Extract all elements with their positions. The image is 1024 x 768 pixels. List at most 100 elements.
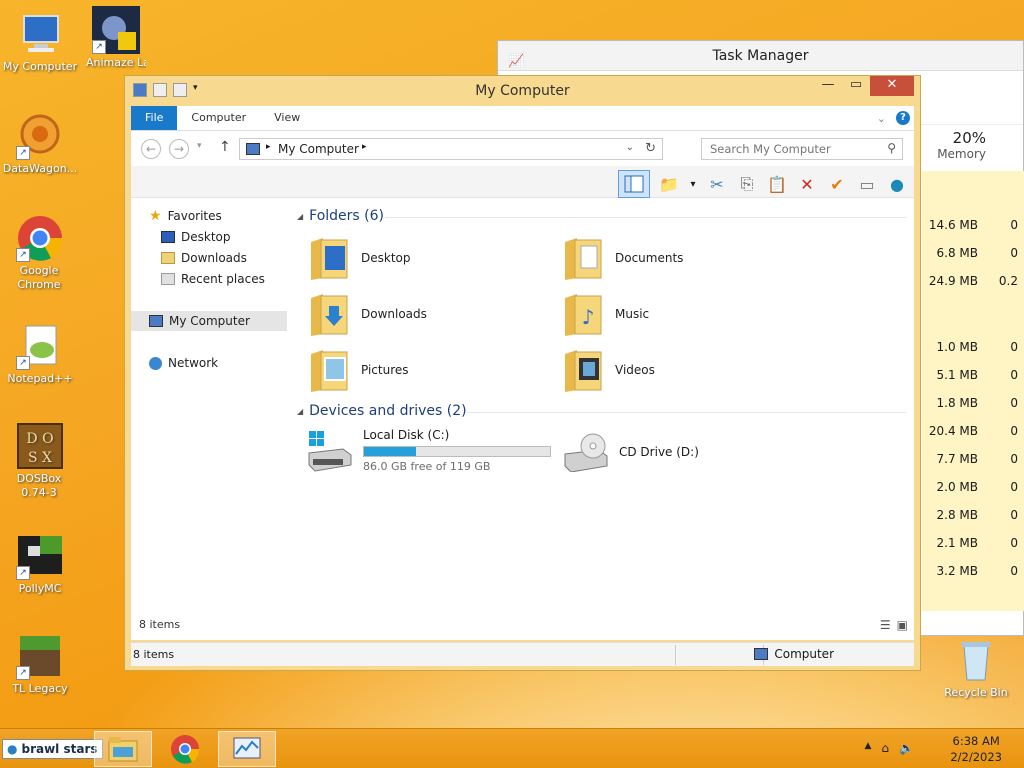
- process-row[interactable]: 2.1 MB 0: [922, 529, 1024, 557]
- nav-favorites[interactable]: ★ Favorites: [149, 206, 222, 226]
- desktop-icon-google-chrome[interactable]: ↗ Google Chrome: [0, 214, 80, 292]
- process-cpu: 0: [1010, 480, 1018, 494]
- nav-desktop[interactable]: Desktop: [161, 227, 231, 247]
- process-row[interactable]: 6.8 MB 0: [922, 239, 1024, 267]
- checkmark-icon: ✔: [830, 174, 844, 194]
- nav-network[interactable]: Network: [149, 353, 218, 373]
- process-row[interactable]: 5.1 MB 0: [922, 361, 1024, 389]
- title-bar[interactable]: ▾ My Computer — ▭ ✕: [125, 76, 920, 106]
- downloads-small-icon: [161, 252, 175, 264]
- taskbar-task-manager[interactable]: [218, 731, 276, 767]
- desktop-icon-recycle-bin[interactable]: Recycle Bin: [936, 636, 1016, 700]
- drive-cd-d[interactable]: CD Drive (D:): [563, 432, 699, 473]
- process-cpu: 0: [1010, 508, 1018, 522]
- folder-pictures[interactable]: Pictures: [309, 344, 409, 396]
- folders-group-header[interactable]: ◢ Folders (6): [297, 208, 384, 224]
- large-icons-view-icon[interactable]: ▣: [897, 618, 908, 632]
- minimize-button[interactable]: —: [814, 76, 842, 96]
- nav-my-computer[interactable]: My Computer: [131, 311, 287, 331]
- address-bar[interactable]: ▸ My Computer ▸ ⌄ ↻: [239, 138, 663, 160]
- clock[interactable]: 6:38 AM 2/2/2023: [950, 733, 1002, 765]
- process-memory: 2.0 MB: [936, 480, 978, 494]
- process-cpu: 0: [1010, 452, 1018, 466]
- copy-button[interactable]: ⎘: [736, 173, 758, 195]
- maximize-button[interactable]: ▭: [842, 76, 870, 96]
- process-row[interactable]: 14.6 MB 0: [922, 211, 1024, 239]
- dropdown-button[interactable]: ▾: [688, 173, 698, 195]
- details-view-icon[interactable]: ☰: [880, 618, 891, 632]
- volume-icon[interactable]: 🔈: [899, 741, 914, 755]
- process-cpu: 0: [1010, 368, 1018, 382]
- process-cpu: 0: [1010, 424, 1018, 438]
- main-pane: ◢ Folders (6) Desktop Documents Download…: [297, 198, 914, 610]
- documents-folder-icon: [563, 234, 603, 282]
- computer-icon: [16, 10, 64, 58]
- search-input[interactable]: [702, 139, 872, 159]
- search-icon[interactable]: ⚲: [887, 141, 896, 155]
- help-icon[interactable]: ?: [896, 111, 910, 125]
- folder-music[interactable]: ♪ Music: [563, 288, 649, 340]
- process-row[interactable]: 3.2 MB 0: [922, 557, 1024, 585]
- preview-pane-button[interactable]: [618, 170, 650, 198]
- breadcrumb-separator-icon[interactable]: ▸: [362, 142, 367, 152]
- desktop-icon-pollymc[interactable]: ↗ PollyMC: [0, 532, 80, 596]
- cut-button[interactable]: ✂: [706, 173, 728, 195]
- taskbar-file-explorer[interactable]: [94, 731, 152, 767]
- desktop-icon-animaze[interactable]: ↗ Animaze Launc: [76, 6, 156, 70]
- folder-desktop[interactable]: Desktop: [309, 232, 411, 284]
- tab-file[interactable]: File: [131, 106, 178, 130]
- process-row[interactable]: 7.7 MB 0: [922, 445, 1024, 473]
- copy-icon: ⎘: [740, 174, 754, 193]
- drive-local-disk-c[interactable]: Local Disk (C:) 86.0 GB free of 119 GB: [307, 428, 551, 473]
- folder-check-icon: 📁: [659, 174, 679, 194]
- close-button[interactable]: ✕: [870, 76, 914, 96]
- address-dropdown-icon[interactable]: ⌄: [626, 142, 634, 153]
- process-row[interactable]: 1.8 MB 0: [922, 389, 1024, 417]
- explorer-window[interactable]: ▾ My Computer — ▭ ✕ File Computer View ⌄…: [124, 75, 921, 671]
- taskbar-search[interactable]: ● brawl stars: [2, 739, 103, 759]
- process-row[interactable]: 1.0 MB 0: [922, 333, 1024, 361]
- up-arrow-icon[interactable]: ↑: [219, 139, 231, 155]
- properties-button[interactable]: 📁: [658, 173, 680, 195]
- recent-places-icon: [161, 273, 175, 285]
- tab-view[interactable]: View: [260, 106, 314, 130]
- paste-button[interactable]: 📋: [766, 173, 788, 195]
- process-row[interactable]: 2.8 MB 0: [922, 501, 1024, 529]
- process-row[interactable]: 20.4 MB 0: [922, 417, 1024, 445]
- desktop-icon-notepad-plus[interactable]: ↗ Notepad++: [0, 322, 80, 386]
- drive-d-label: CD Drive (D:): [619, 445, 699, 459]
- status-location: Computer: [754, 647, 834, 661]
- desktop-icon-datawagon[interactable]: ↗ DataWagon...: [0, 112, 80, 176]
- back-button[interactable]: ←: [141, 139, 161, 159]
- desktop-icon-label: Animaze Launc: [86, 56, 146, 69]
- devices-group-header[interactable]: ◢ Devices and drives (2): [297, 403, 467, 419]
- memory-column-header[interactable]: 20% Memory: [918, 129, 986, 161]
- folder-videos[interactable]: Videos: [563, 344, 655, 396]
- recent-locations-icon[interactable]: ▾: [197, 141, 202, 151]
- forward-button[interactable]: →: [169, 139, 189, 159]
- desktop-icon-dosbox[interactable]: D O S X DOSBox 0.74-3: [0, 422, 80, 500]
- computer-small-icon: [246, 143, 260, 155]
- folder-downloads[interactable]: Downloads: [309, 288, 427, 340]
- network-status-icon[interactable]: ⌂: [881, 741, 889, 755]
- tl-legacy-icon: ↗: [16, 632, 64, 680]
- open-button[interactable]: ●: [886, 173, 908, 195]
- desktop-icon-tl-legacy[interactable]: ↗ TL Legacy: [0, 632, 80, 696]
- refresh-icon[interactable]: ↻: [645, 141, 656, 156]
- nav-downloads[interactable]: Downloads: [161, 248, 247, 268]
- breadcrumb-my-computer[interactable]: My Computer: [278, 142, 359, 156]
- select-button[interactable]: ✔: [826, 173, 848, 195]
- folder-documents[interactable]: Documents: [563, 232, 683, 284]
- process-row[interactable]: 2.0 MB 0: [922, 473, 1024, 501]
- rename-button[interactable]: ▭: [856, 173, 878, 195]
- taskbar-chrome[interactable]: [156, 731, 214, 767]
- process-row[interactable]: 24.9 MB 0.2: [922, 267, 1024, 295]
- search-box[interactable]: ⚲: [701, 138, 903, 160]
- nav-recent-places[interactable]: Recent places: [161, 269, 265, 289]
- chevron-down-icon[interactable]: ⌄: [877, 112, 886, 125]
- drive-c-free-space: 86.0 GB free of 119 GB: [363, 460, 491, 473]
- tab-computer[interactable]: Computer: [177, 106, 260, 130]
- delete-button[interactable]: ✕: [796, 173, 818, 195]
- tray-expand-icon[interactable]: ▲: [865, 741, 872, 755]
- desktop-icon-my-computer[interactable]: My Computer: [0, 10, 80, 74]
